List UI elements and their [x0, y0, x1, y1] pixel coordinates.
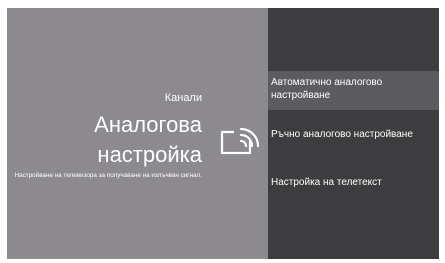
tv-broadcast-icon: [220, 127, 260, 155]
menu-panel: Автоматично аналогово настройване Ръчно …: [268, 8, 439, 259]
menu-item-label: Автоматично аналогово настройване: [271, 77, 383, 101]
info-panel: Канали Аналогова настройка Настройване н…: [7, 8, 268, 259]
tv-display: Канали Аналогова настройка Настройване н…: [7, 8, 439, 259]
screen: Канали Аналогова настройка Настройване н…: [0, 0, 445, 263]
menu-item-label: Ръчно аналогово настройване: [271, 129, 413, 140]
menu-item-teletext-settings[interactable]: Настройка на телетекст: [268, 176, 439, 192]
menu-item-label: Настройка на телетекст: [271, 177, 382, 188]
page-title: Аналогова настройка: [94, 112, 202, 167]
menu-item-auto-analog-tuning[interactable]: Автоматично аналогово настройване: [268, 71, 439, 110]
section-label: Канали: [164, 92, 202, 104]
menu-item-manual-analog-tuning[interactable]: Ръчно аналогово настройване: [268, 128, 439, 144]
page-description: Настройване на телевизора за получаване …: [14, 172, 202, 179]
